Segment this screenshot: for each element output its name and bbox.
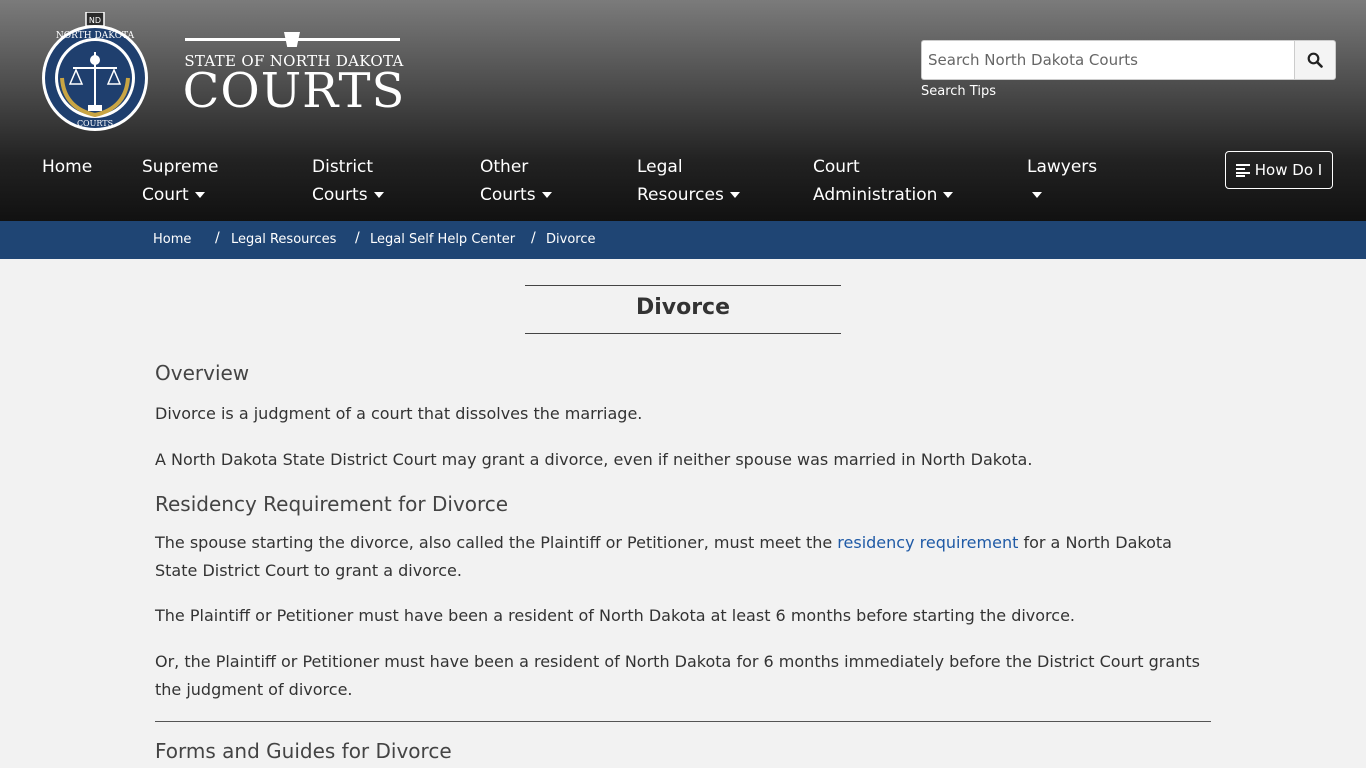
title-rule-top: [525, 285, 841, 286]
seal-badge: ND: [89, 16, 101, 25]
caret-down-icon: [943, 192, 954, 198]
nav-court-administration[interactable]: Court Administration: [813, 153, 954, 209]
page-title: Divorce: [635, 295, 731, 320]
caret-down-icon: [1032, 192, 1042, 198]
section-divider: [155, 721, 1211, 722]
site-header: ND NORTH DAKOTA COURTS STATE OF NORTH DA…: [0, 0, 1366, 221]
wordmark-notch: [284, 32, 300, 47]
nav-home[interactable]: Home: [42, 153, 92, 181]
nav-home-label: Home: [42, 157, 93, 177]
how-do-i-label: How Do I: [1254, 161, 1323, 179]
overview-paragraph-2: A North Dakota State District Court may …: [155, 450, 1033, 469]
search-button[interactable]: [1294, 40, 1336, 80]
nav-supreme-court[interactable]: Supreme Court: [142, 153, 218, 209]
nav-admin-label-1: Court: [813, 157, 860, 177]
seal-ring-text: NORTH DAKOTA: [56, 31, 135, 41]
nav-legal-resources[interactable]: Legal Resources: [637, 153, 740, 209]
caret-down-icon: [541, 192, 552, 198]
search-icon: [1307, 52, 1323, 68]
north-dakota-courts-seal-icon[interactable]: ND NORTH DAKOTA COURTS: [40, 12, 150, 134]
breadcrumb-home[interactable]: Home: [153, 232, 191, 247]
residency-heading: Residency Requirement for Divorce: [155, 492, 509, 516]
nav-admin-label-2: Administration: [813, 185, 938, 205]
breadcrumb-separator: /: [531, 230, 536, 246]
search-tips-link[interactable]: Search Tips: [921, 84, 996, 99]
nav-legal-label-1: Legal: [637, 157, 683, 177]
nav-supreme-label-2: Court: [142, 185, 189, 205]
nav-district-label-2: Courts: [312, 185, 368, 205]
nav-supreme-label-1: Supreme: [142, 157, 219, 177]
overview-heading: Overview: [155, 361, 250, 385]
breadcrumb-legal-self-help-center[interactable]: Legal Self Help Center: [370, 232, 515, 247]
residency-requirement-link[interactable]: residency requirement: [837, 533, 1018, 552]
nav-lawyers[interactable]: Lawyers: [1027, 153, 1097, 209]
nav-other-label-1: Other: [480, 157, 529, 177]
residency-paragraph-1: The spouse starting the divorce, also ca…: [155, 529, 1205, 585]
nav-lawyers-label: Lawyers: [1027, 157, 1098, 177]
overview-paragraph-1: Divorce is a judgment of a court that di…: [155, 404, 643, 423]
how-do-i-button[interactable]: How Do I: [1225, 151, 1333, 189]
nav-other-label-2: Courts: [480, 185, 536, 205]
breadcrumb: Home / Legal Resources / Legal Self Help…: [0, 221, 1366, 259]
wordmark-courts[interactable]: COURTS: [178, 64, 410, 118]
breadcrumb-separator: /: [355, 230, 360, 246]
nav-district-label-1: District: [312, 157, 374, 177]
residency-text-before: The spouse starting the divorce, also ca…: [155, 533, 838, 552]
breadcrumb-separator: /: [215, 230, 220, 246]
nav-district-courts[interactable]: District Courts: [312, 153, 384, 209]
residency-paragraph-3: Or, the Plaintiff or Petitioner must hav…: [155, 652, 1200, 699]
seal-bottom-text: COURTS: [77, 119, 113, 128]
residency-paragraph-2: The Plaintiff or Petitioner must have be…: [155, 606, 1075, 625]
breadcrumb-legal-resources[interactable]: Legal Resources: [231, 232, 336, 247]
nav-legal-label-2: Resources: [637, 185, 724, 205]
forms-heading: Forms and Guides for Divorce: [155, 739, 452, 763]
breadcrumb-current: Divorce: [546, 232, 596, 247]
list-icon: [1235, 164, 1250, 177]
caret-down-icon: [729, 192, 740, 198]
nav-other-courts[interactable]: Other Courts: [480, 153, 552, 209]
title-rule-bottom: [525, 333, 841, 334]
caret-down-icon: [373, 192, 384, 198]
caret-down-icon: [194, 192, 205, 198]
search-input[interactable]: [921, 40, 1294, 80]
search-form: [921, 40, 1336, 80]
